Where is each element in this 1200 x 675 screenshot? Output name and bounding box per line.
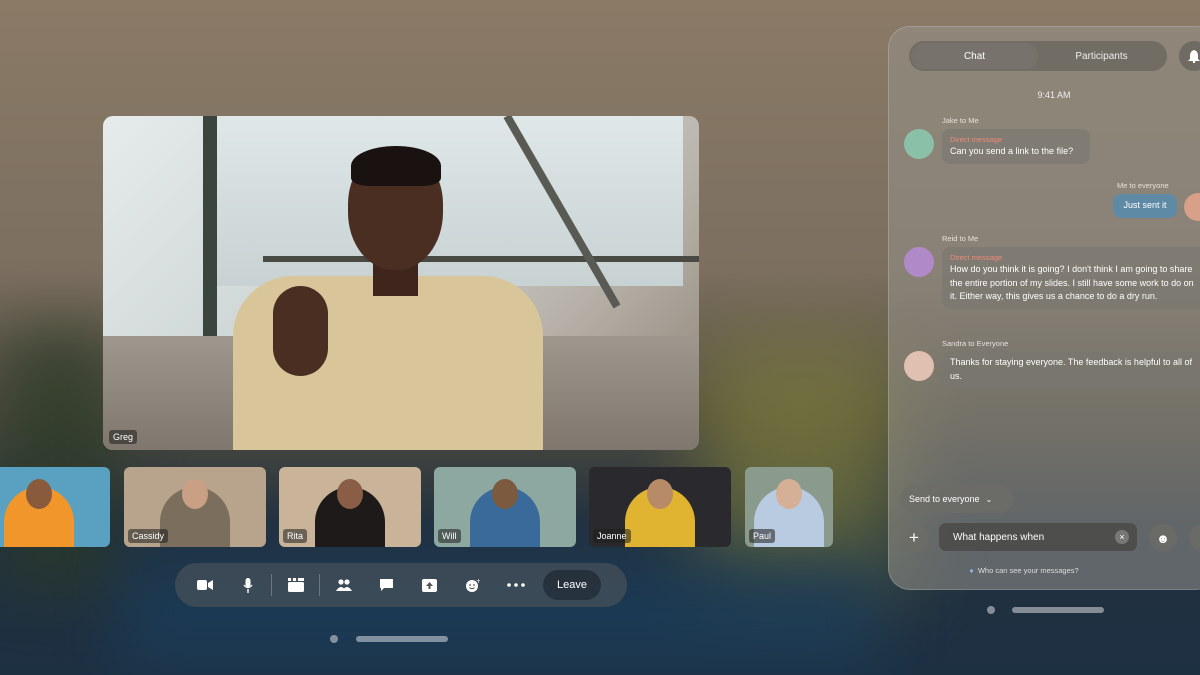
microphone-icon[interactable] xyxy=(226,569,269,601)
background-shape xyxy=(0,330,120,590)
avatar[interactable] xyxy=(1184,193,1200,221)
emoji-icon[interactable]: ☻ xyxy=(1149,524,1177,552)
camera-icon[interactable] xyxy=(183,569,226,601)
participant-thumbnail[interactable]: Cassidy xyxy=(124,467,266,547)
chat-message: Direct message Can you send a link to th… xyxy=(942,129,1090,164)
avatar[interactable] xyxy=(904,351,934,381)
who-can-see-link[interactable]: ● Who can see your messages? xyxy=(889,566,1159,575)
message-text: How do you think it is going? I don't th… xyxy=(950,264,1194,301)
message-sender: Jake to Me xyxy=(942,116,979,125)
window-grabber[interactable] xyxy=(1012,607,1104,613)
participant-thumbnail[interactable]: Rita xyxy=(279,467,421,547)
participant-figure xyxy=(647,479,673,509)
participant-thumbnail[interactable]: Will xyxy=(434,467,576,547)
message-input[interactable] xyxy=(939,523,1137,551)
tab-participants[interactable]: Participants xyxy=(1038,43,1165,69)
divider xyxy=(319,574,320,596)
participant-thumbnail[interactable]: Paul xyxy=(745,467,833,547)
send-to-label: Send to everyone xyxy=(909,494,980,504)
chat-message: Just sent it xyxy=(1113,194,1177,218)
participant-name-tag: Cassidy xyxy=(128,529,169,543)
message-sender: Reid to Me xyxy=(942,234,979,243)
message-sender: Me to everyone xyxy=(1117,181,1169,190)
leave-button[interactable]: Leave xyxy=(543,570,601,600)
add-attachment-button[interactable]: + xyxy=(900,524,928,552)
chat-panel: Chat Participants 9:41 AM Jake to Me Dir… xyxy=(888,26,1200,590)
svg-text:+: + xyxy=(476,578,480,585)
background-shape xyxy=(700,340,900,590)
participant-name-tag: Rita xyxy=(283,529,308,543)
chat-timestamp: 9:41 AM xyxy=(1037,90,1071,100)
person-icon: ● xyxy=(969,566,974,575)
message-text: Thanks for staying everyone. The feedbac… xyxy=(950,357,1192,381)
chat-message: Direct message How do you think it is go… xyxy=(942,247,1200,309)
participant-name-tag: Greg xyxy=(109,430,138,444)
divider xyxy=(271,574,272,596)
direct-message-tag: Direct message xyxy=(950,135,1003,144)
chat-icon[interactable] xyxy=(365,569,408,601)
chat-segmented-control: Chat Participants xyxy=(909,41,1167,71)
avatar[interactable] xyxy=(904,129,934,159)
participant-thumbnail[interactable] xyxy=(0,467,110,547)
message-text: Just sent it xyxy=(1123,200,1167,210)
participant-figure xyxy=(492,479,518,509)
direct-message-tag: Direct message xyxy=(950,253,1003,262)
message-text: Can you send a link to the file? xyxy=(950,146,1074,156)
participant-figure xyxy=(337,479,363,509)
plus-icon: + xyxy=(909,528,919,547)
participant-figure xyxy=(26,479,52,509)
participant-figure xyxy=(182,479,208,509)
share-screen-icon[interactable] xyxy=(408,569,451,601)
call-toolbar: + Leave xyxy=(175,563,627,607)
clear-input-icon[interactable]: × xyxy=(1115,530,1129,544)
participant-thumbnail[interactable]: Joanne xyxy=(589,467,731,547)
participant-name-tag: Will xyxy=(438,529,461,543)
bell-icon[interactable] xyxy=(1179,41,1200,71)
more-options-button[interactable]: ⌄ xyxy=(1189,524,1200,552)
main-video-tile[interactable]: Greg xyxy=(103,116,699,450)
message-sender: Sandra to Everyone xyxy=(942,339,1009,348)
chat-message: Thanks for staying everyone. The feedbac… xyxy=(942,351,1200,388)
tab-chat[interactable]: Chat xyxy=(911,43,1038,69)
avatar[interactable] xyxy=(904,247,934,277)
page-indicator-dot[interactable] xyxy=(987,606,995,614)
chevron-down-icon: ⌄ xyxy=(985,494,993,504)
participant-name-tag: Paul xyxy=(749,529,776,543)
page-indicator-dot[interactable] xyxy=(330,635,338,643)
clapper-icon[interactable] xyxy=(274,569,317,601)
more-icon[interactable] xyxy=(494,569,537,601)
reaction-icon[interactable]: + xyxy=(451,569,494,601)
speaker-figure xyxy=(223,136,543,450)
participant-name-tag: Joanne xyxy=(593,529,631,543)
participants-icon[interactable] xyxy=(322,569,365,601)
window-grabber[interactable] xyxy=(356,636,448,642)
who-can-see-label: Who can see your messages? xyxy=(977,566,1079,575)
participant-figure xyxy=(776,479,802,509)
send-to-dropdown[interactable]: Send to everyone ⌄ xyxy=(900,485,1014,513)
